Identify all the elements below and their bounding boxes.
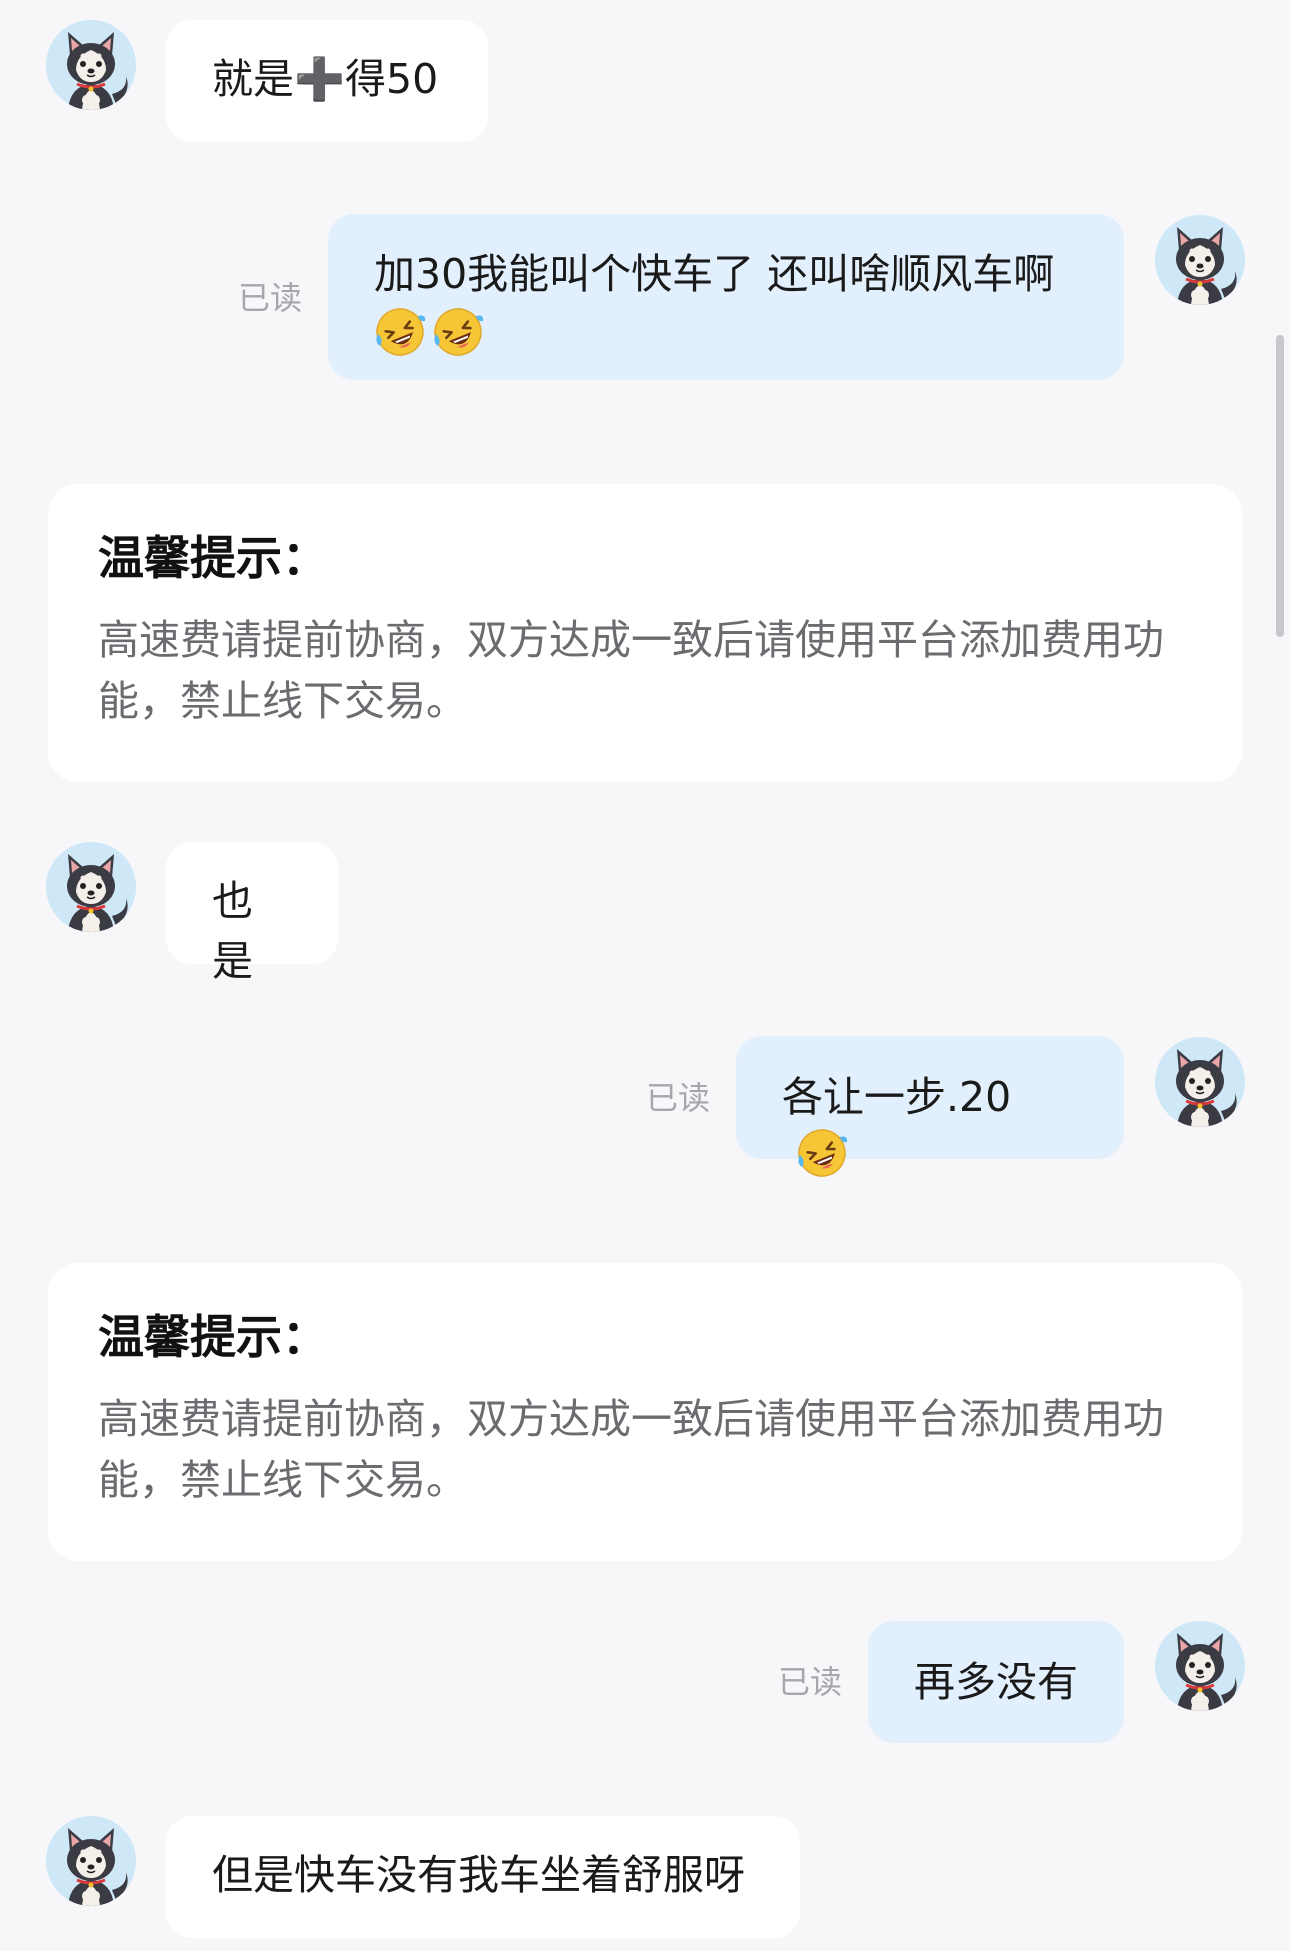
incoming-message-bubble[interactable]: 也是 [166, 842, 338, 985]
message-text: 就是➕得50 [212, 55, 439, 103]
husky-avatar-icon [46, 20, 136, 110]
contact-avatar[interactable] [46, 20, 136, 110]
system-tip-card: 温馨提示： 高速费请提前协商，双方达成一致后请使用平台添加费用功能，禁止线下交易… [48, 484, 1242, 782]
message-text: 也是 [212, 877, 253, 985]
system-tip-card: 温馨提示： 高速费请提前协商，双方达成一致后请使用平台添加费用功能，禁止线下交易… [48, 1263, 1242, 1561]
message-text: 加30我能叫个快车了 还叫啥顺风车啊 [374, 250, 1055, 298]
incoming-message-bubble[interactable]: 但是快车没有我车坐着舒服呀 [166, 1816, 800, 1938]
outgoing-message-bubble[interactable]: 各让一步.20 [736, 1036, 1124, 1159]
message-text: 再多没有 [914, 1658, 1078, 1706]
husky-avatar-icon [46, 842, 136, 932]
my-avatar[interactable] [1155, 1037, 1245, 1127]
tip-body: 高速费请提前协商，双方达成一致后请使用平台添加费用功能，禁止线下交易。 [98, 1395, 1164, 1504]
rolling-on-floor-laughing-emoji-icon [374, 306, 426, 358]
husky-avatar-icon [46, 1816, 136, 1906]
incoming-message-bubble[interactable]: 就是➕得50 [166, 20, 488, 142]
tip-title: 温馨提示： [98, 1310, 328, 1364]
husky-avatar-icon [1155, 215, 1245, 305]
message-text: 各让一步.20 [782, 1073, 1012, 1121]
rolling-on-floor-laughing-emoji-icon [796, 1127, 848, 1179]
read-receipt: 已读 [646, 1079, 711, 1117]
contact-avatar[interactable] [46, 1816, 136, 1906]
tip-title: 温馨提示： [98, 531, 328, 585]
rolling-on-floor-laughing-emoji-icon [432, 306, 484, 358]
husky-avatar-icon [1155, 1037, 1245, 1127]
tip-body: 高速费请提前协商，双方达成一致后请使用平台添加费用功能，禁止线下交易。 [98, 616, 1164, 725]
husky-avatar-icon [1155, 1621, 1245, 1711]
read-receipt: 已读 [778, 1663, 843, 1701]
scrollbar[interactable] [1276, 335, 1284, 637]
outgoing-message-bubble[interactable]: 加30我能叫个快车了 还叫啥顺风车啊 [328, 214, 1124, 380]
my-avatar[interactable] [1155, 215, 1245, 305]
read-receipt: 已读 [238, 279, 303, 317]
message-text: 但是快车没有我车坐着舒服呀 [212, 1851, 745, 1899]
contact-avatar[interactable] [46, 842, 136, 932]
chat-thread[interactable]: 就是➕得50 已读 加30我能叫个快车了 还叫啥顺风车啊 温馨提示： 高速费请提… [0, 0, 1290, 1951]
my-avatar[interactable] [1155, 1621, 1245, 1711]
outgoing-message-bubble[interactable]: 再多没有 [868, 1621, 1124, 1743]
